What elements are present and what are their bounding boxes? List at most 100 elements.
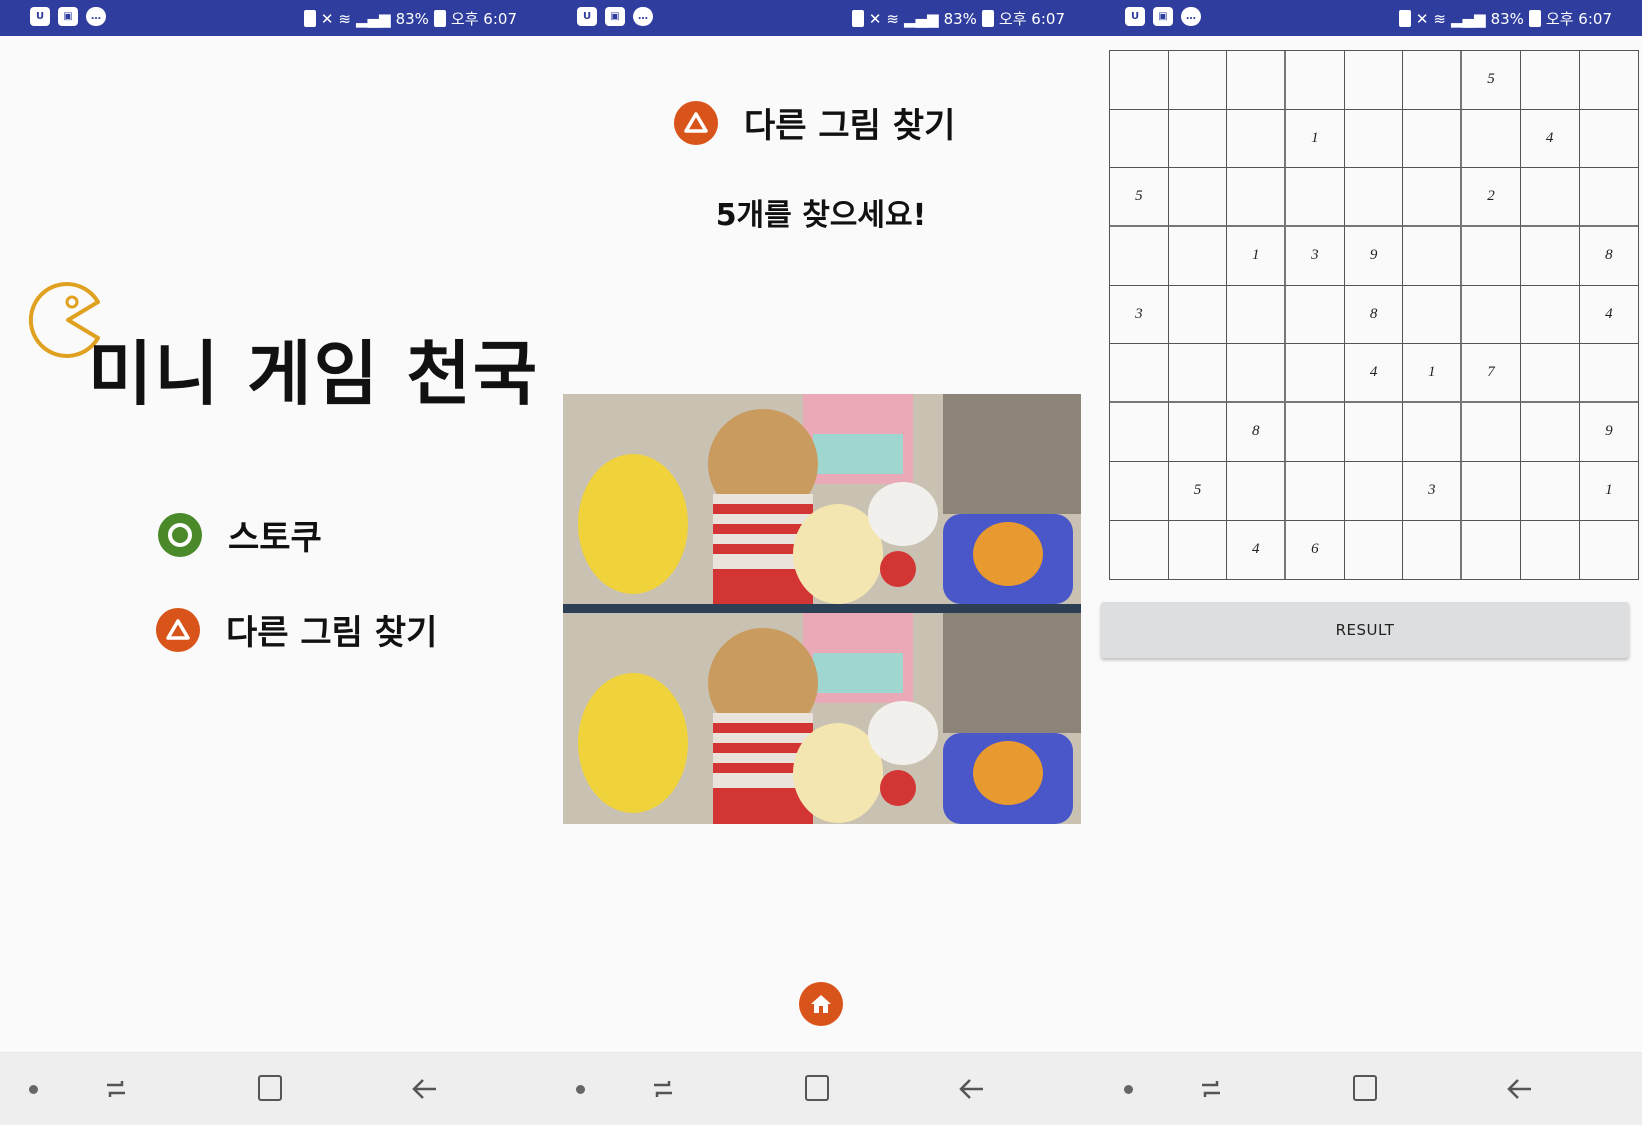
- sudoku-cell[interactable]: [1344, 520, 1404, 580]
- sudoku-cell[interactable]: [1110, 344, 1169, 404]
- sudoku-cell[interactable]: [1168, 344, 1228, 404]
- clock: 오후 6:07: [450, 10, 517, 28]
- wifi-icon: ≋: [886, 9, 899, 28]
- sudoku-cell[interactable]: [1110, 51, 1169, 110]
- sudoku-cell[interactable]: 1: [1286, 109, 1345, 169]
- recent-apps-icon[interactable]: [651, 1077, 675, 1101]
- sudoku-cell[interactable]: [1520, 461, 1580, 521]
- result-button[interactable]: RESULT: [1101, 602, 1629, 658]
- sudoku-cell[interactable]: 7: [1462, 344, 1521, 404]
- sudoku-cell[interactable]: [1403, 51, 1463, 110]
- sudoku-cell[interactable]: 9: [1344, 227, 1404, 286]
- nav-home-icon[interactable]: [1353, 1075, 1377, 1101]
- modified-image[interactable]: [563, 613, 1081, 824]
- sudoku-cell[interactable]: 5: [1462, 51, 1521, 110]
- sudoku-cell[interactable]: [1168, 520, 1228, 580]
- sudoku-cell[interactable]: [1110, 109, 1169, 169]
- sudoku-cell[interactable]: [1462, 285, 1521, 345]
- menu-item-sudoku[interactable]: 스토쿠: [158, 510, 322, 559]
- nav-home-icon[interactable]: [805, 1075, 829, 1101]
- sudoku-cell[interactable]: 4: [1579, 285, 1639, 345]
- sudoku-cell[interactable]: [1579, 109, 1639, 169]
- sudoku-cell[interactable]: [1344, 168, 1404, 228]
- back-icon[interactable]: [410, 1077, 440, 1101]
- sudoku-cell[interactable]: [1110, 227, 1169, 286]
- sudoku-cell[interactable]: 5: [1110, 168, 1169, 228]
- original-image[interactable]: [563, 394, 1081, 604]
- sudoku-cell[interactable]: 8: [1344, 285, 1404, 345]
- back-icon[interactable]: [1505, 1077, 1535, 1101]
- sudoku-cell[interactable]: [1168, 109, 1228, 169]
- sudoku-cell[interactable]: [1286, 403, 1345, 462]
- sudoku-cell[interactable]: [1286, 344, 1345, 404]
- sudoku-cell[interactable]: [1403, 168, 1463, 228]
- home-button[interactable]: [799, 982, 843, 1026]
- sudoku-cell[interactable]: [1579, 168, 1639, 228]
- sudoku-cell[interactable]: [1344, 109, 1404, 169]
- sudoku-cell[interactable]: [1344, 51, 1404, 110]
- sudoku-cell[interactable]: [1168, 403, 1228, 462]
- sudoku-cell[interactable]: 4: [1227, 520, 1287, 580]
- sudoku-cell[interactable]: [1227, 285, 1287, 345]
- sudoku-cell[interactable]: 1: [1403, 344, 1463, 404]
- sudoku-cell[interactable]: 8: [1579, 227, 1639, 286]
- sudoku-cell[interactable]: 4: [1344, 344, 1404, 404]
- sudoku-cell[interactable]: [1579, 51, 1639, 110]
- sudoku-cell[interactable]: [1462, 461, 1521, 521]
- sudoku-cell[interactable]: 3: [1403, 461, 1463, 521]
- sudoku-cell[interactable]: [1520, 403, 1580, 462]
- back-icon[interactable]: [957, 1077, 987, 1101]
- sudoku-cell[interactable]: [1168, 51, 1228, 110]
- sudoku-cell[interactable]: [1227, 109, 1287, 169]
- sudoku-cell[interactable]: 5: [1168, 461, 1228, 521]
- sudoku-cell[interactable]: 3: [1286, 227, 1345, 286]
- sudoku-cell[interactable]: 1: [1227, 227, 1287, 286]
- sudoku-cell[interactable]: 1: [1579, 461, 1639, 521]
- sudoku-cell[interactable]: [1227, 344, 1287, 404]
- sudoku-cell[interactable]: [1520, 51, 1580, 110]
- sudoku-cell[interactable]: [1344, 403, 1404, 462]
- sudoku-cell[interactable]: [1403, 403, 1463, 462]
- nav-dot-icon: [29, 1085, 38, 1094]
- sudoku-cell[interactable]: [1168, 285, 1228, 345]
- sudoku-cell[interactable]: [1286, 51, 1345, 110]
- sudoku-cell[interactable]: 6: [1286, 520, 1345, 580]
- recent-apps-icon[interactable]: [104, 1077, 128, 1101]
- sudoku-cell[interactable]: [1520, 344, 1580, 404]
- menu-item-spot-difference[interactable]: 다른 그림 찾기: [156, 605, 437, 654]
- sudoku-cell[interactable]: 2: [1462, 168, 1521, 228]
- sudoku-cell[interactable]: 9: [1579, 403, 1639, 462]
- sudoku-cell[interactable]: [1110, 461, 1169, 521]
- sudoku-cell[interactable]: [1403, 285, 1463, 345]
- nav-home-icon[interactable]: [258, 1075, 282, 1101]
- sudoku-cell[interactable]: 3: [1110, 285, 1169, 345]
- sudoku-cell[interactable]: [1520, 227, 1580, 286]
- sudoku-cell[interactable]: [1110, 403, 1169, 462]
- sudoku-cell[interactable]: [1462, 403, 1521, 462]
- sudoku-cell[interactable]: [1168, 168, 1228, 228]
- sudoku-cell[interactable]: [1579, 344, 1639, 404]
- sudoku-cell[interactable]: [1462, 227, 1521, 286]
- sudoku-cell[interactable]: [1286, 285, 1345, 345]
- signal-icon: ▂▄▆: [903, 9, 939, 28]
- sudoku-cell[interactable]: [1520, 285, 1580, 345]
- sudoku-cell[interactable]: [1403, 520, 1463, 580]
- sudoku-cell[interactable]: [1520, 168, 1580, 228]
- sudoku-cell[interactable]: [1168, 227, 1228, 286]
- sudoku-cell[interactable]: [1344, 461, 1404, 521]
- sudoku-cell[interactable]: [1403, 227, 1463, 286]
- sudoku-cell[interactable]: 4: [1520, 109, 1580, 169]
- sudoku-cell[interactable]: [1579, 520, 1639, 580]
- sudoku-cell[interactable]: [1462, 109, 1521, 169]
- sudoku-cell[interactable]: 8: [1227, 403, 1287, 462]
- sudoku-cell[interactable]: [1286, 461, 1345, 521]
- sudoku-cell[interactable]: [1462, 520, 1521, 580]
- recent-apps-icon[interactable]: [1199, 1077, 1223, 1101]
- sudoku-cell[interactable]: [1520, 520, 1580, 580]
- sudoku-cell[interactable]: [1227, 51, 1287, 110]
- sudoku-cell[interactable]: [1227, 168, 1287, 228]
- sudoku-cell[interactable]: [1286, 168, 1345, 228]
- sudoku-cell[interactable]: [1110, 520, 1169, 580]
- sudoku-cell[interactable]: [1227, 461, 1287, 521]
- sudoku-cell[interactable]: [1403, 109, 1463, 169]
